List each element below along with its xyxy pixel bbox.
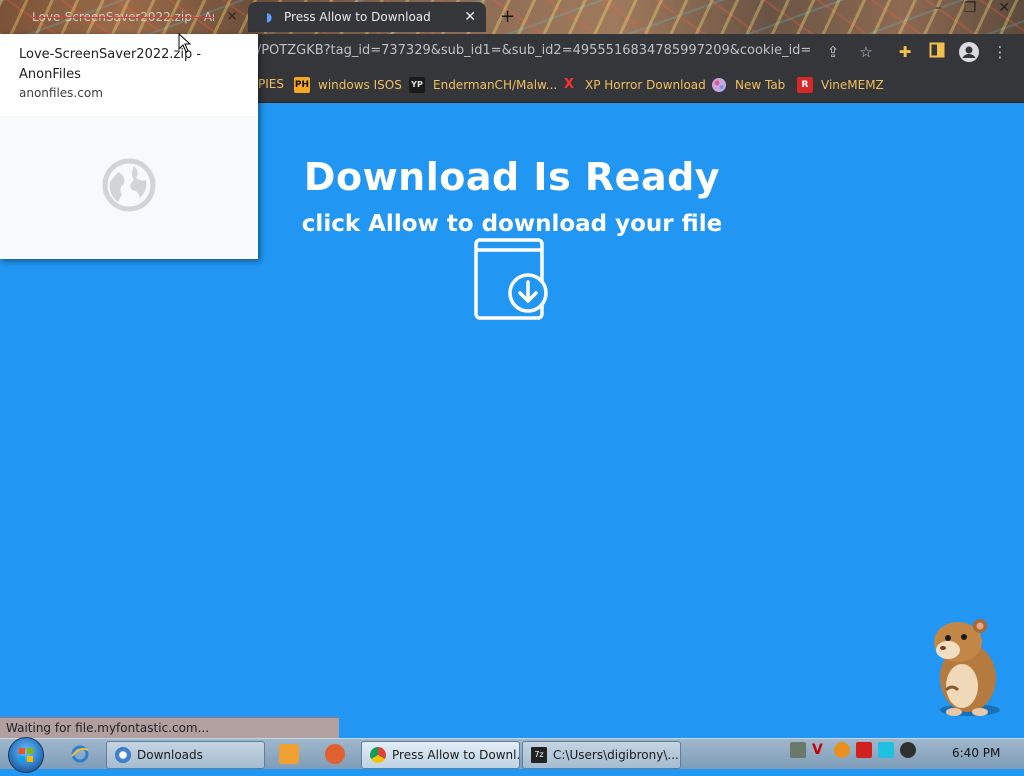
taskbar-item-press-allow[interactable]: Press Allow to Downl... (361, 741, 520, 769)
profile-avatar-icon[interactable] (959, 42, 979, 62)
bookmark-label: windows ISOS (318, 78, 402, 92)
tray-app-icon[interactable] (790, 742, 806, 758)
tray-monitor-icon[interactable] (878, 742, 894, 758)
yp-icon: YP (409, 77, 425, 93)
bookmark-label: VineMEMZ (821, 78, 884, 92)
bookmark-new-tab[interactable]: New Tab (711, 77, 785, 93)
tray-search-icon[interactable] (834, 742, 850, 758)
close-window-button[interactable]: ✕ (998, 0, 1010, 16)
tab-label: Love-ScreenSaver2022.zip - Ano (32, 10, 214, 24)
r-icon: R (797, 77, 813, 93)
taskbar-item-downloads[interactable]: Downloads (106, 741, 265, 769)
taskbar-item-label: Press Allow to Downl... (392, 748, 520, 762)
bookmark-pies[interactable]: PIES (258, 77, 284, 91)
address-bar-url[interactable]: z/POTZGKB?tag_id=737329&sub_id1=&sub_id2… (250, 43, 810, 58)
close-tab-icon[interactable]: ✕ (464, 9, 476, 25)
bookmark-vinememz[interactable]: R VineMEMZ (797, 77, 884, 93)
ph-icon: PH (294, 77, 310, 93)
tab-label: Press Allow to Download (284, 10, 431, 24)
system-tray: V (790, 742, 916, 758)
close-tab-icon[interactable]: ✕ (226, 9, 238, 25)
extensions-icon[interactable]: ✚ (895, 42, 915, 62)
x-icon: X (563, 77, 575, 92)
bookmark-label: PIES (258, 77, 284, 91)
hover-card-domain: anonfiles.com (19, 86, 103, 100)
maximize-button[interactable]: ❐ (964, 0, 977, 16)
bookmark-label: XP Horror Download (585, 78, 706, 92)
tab-hover-card: Love-ScreenSaver2022.zip - AnonFiles ano… (0, 34, 258, 259)
menu-kebab-icon[interactable]: ⋮ (990, 42, 1010, 62)
app-icon[interactable] (325, 744, 345, 764)
taskbar-item-cmd[interactable]: 7z C:\Users\digibrony\... (522, 741, 681, 769)
chrome-icon (115, 747, 131, 763)
taskbar-clock[interactable]: 6:40 PM (952, 746, 1000, 760)
bookmark-label: New Tab (735, 78, 786, 92)
window-controls: – ❐ ✕ (935, 0, 1010, 16)
new-tab-button[interactable]: + (500, 6, 515, 27)
hover-card-preview (0, 116, 258, 259)
share-icon[interactable]: ⇪ (823, 42, 843, 62)
hamster-desktop-pet[interactable] (918, 612, 1008, 718)
globe-placeholder-icon (102, 158, 156, 212)
windows-taskbar: Downloads Press Allow to Downl... 7z C:\… (0, 737, 1024, 773)
bookmark-star-icon[interactable]: ☆ (856, 42, 876, 62)
browser-tab-strip: Love-ScreenSaver2022.zip - Ano ✕ ◗ Press… (0, 0, 1024, 34)
taskbar-item-label: C:\Users\digibrony\... (553, 748, 679, 762)
bookmark-endermanch[interactable]: YP EndermanCH/Malw... (409, 77, 557, 93)
chrome-icon (370, 747, 386, 763)
loading-spinner-icon: ◗ (266, 10, 273, 24)
internet-explorer-icon[interactable] (70, 744, 90, 764)
tab-press-allow[interactable]: ◗ Press Allow to Download ✕ (248, 2, 486, 32)
hover-card-title: Love-ScreenSaver2022.zip - AnonFiles (19, 47, 202, 82)
minimize-button[interactable]: – (935, 0, 942, 16)
bookmark-label: EndermanCH/Malw... (433, 78, 558, 92)
windows-logo-icon (19, 748, 33, 762)
tray-volume-icon[interactable] (900, 742, 916, 758)
tray-v-icon[interactable]: V (812, 742, 828, 758)
globe-icon (711, 77, 727, 93)
file-download-icon (474, 238, 548, 320)
mouse-cursor-icon (178, 33, 192, 53)
media-player-icon[interactable] (279, 744, 299, 764)
taskbar-item-label: Downloads (137, 748, 203, 762)
seven-zip-icon: 7z (531, 747, 547, 763)
bookmark-windows-isos[interactable]: PH windows ISOS (294, 77, 402, 93)
tab-love-screensaver[interactable]: Love-ScreenSaver2022.zip - Ano ✕ (14, 2, 244, 32)
browser-status-bar: Waiting for file.myfontastic.com... (0, 717, 339, 738)
side-panel-icon[interactable] (927, 42, 947, 62)
bookmark-xp-horror[interactable]: X XP Horror Download (561, 77, 706, 93)
tray-flag-icon[interactable] (856, 742, 872, 758)
